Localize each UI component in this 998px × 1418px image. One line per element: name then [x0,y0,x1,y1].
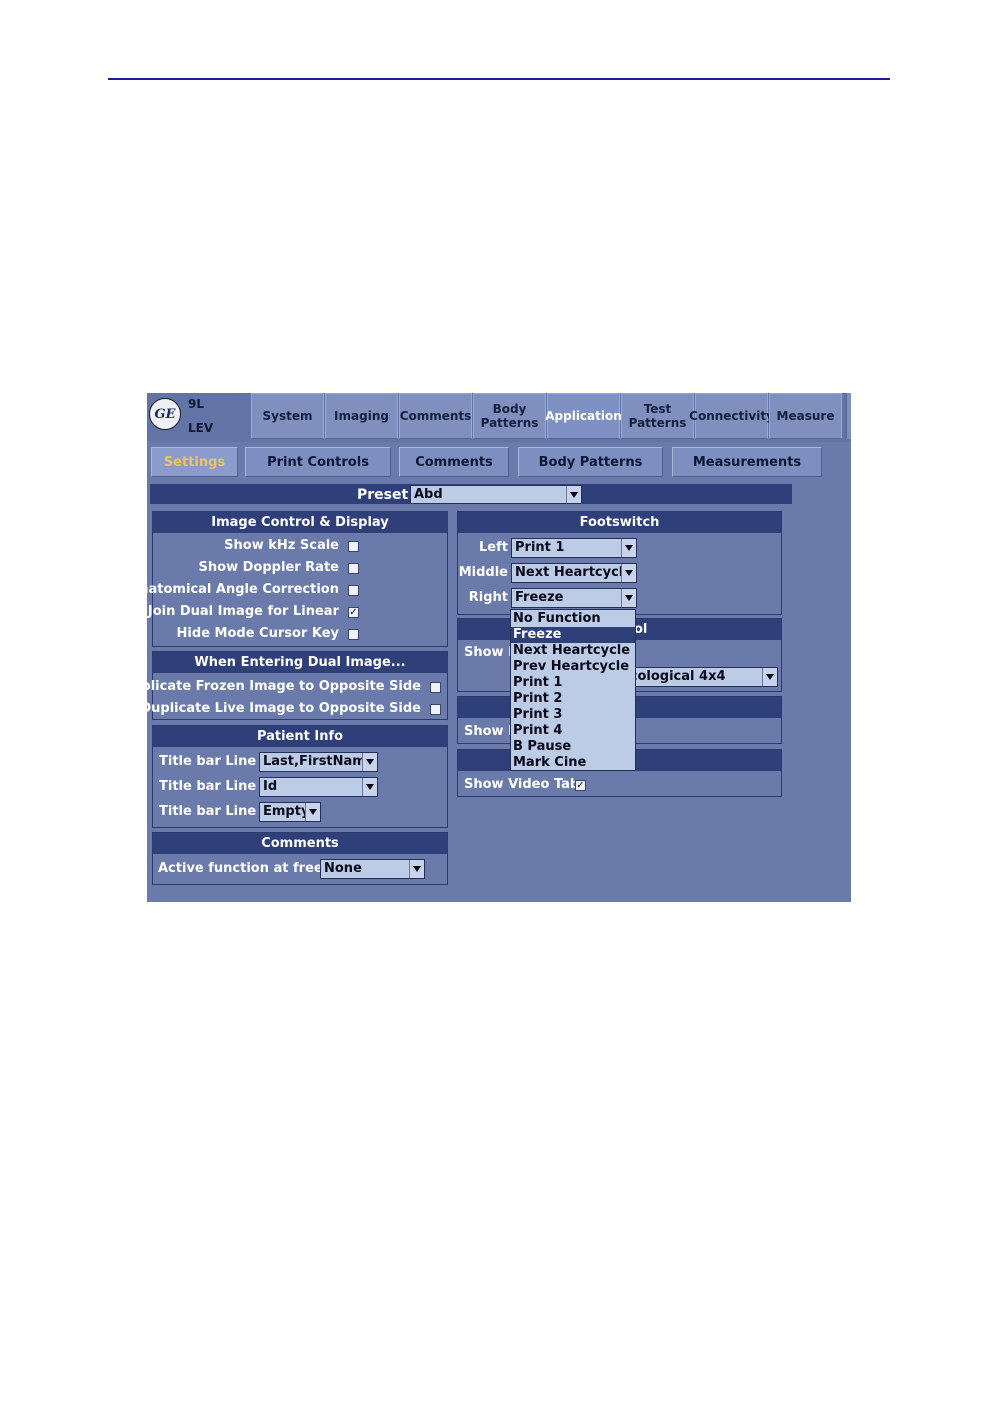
option-b-pause[interactable]: B Pause [511,739,635,755]
preset-value: Abd [414,487,443,502]
tab-test-patterns[interactable]: Test Patterns [621,393,694,439]
tab-application[interactable]: Application [545,393,622,439]
footswitch-right-dropdown[interactable]: Freeze [511,588,637,608]
show-khz-scale-label: Show kHz Scale [224,538,339,553]
title-bar-line-3-value: Empty [263,804,310,819]
panel-title: Patient Info [153,726,447,747]
footswitch-middle-dropdown[interactable]: Next Heartcycle [511,563,637,583]
title-bar-line-2-dropdown[interactable]: Id [259,777,378,797]
preset-dropdown[interactable]: Abd [410,485,582,504]
dual-image-panel: When Entering Dual Image... Duplicate Fr… [147,651,448,720]
option-print-2[interactable]: Print 2 [511,691,635,707]
subtab-settings[interactable]: Settings [151,447,238,477]
header-bar: GE 9L LEV System Imaging Comments Body P… [147,393,851,442]
patient-info-panel: Patient Info Title bar Line 1 Last,First… [152,725,448,828]
option-print-3[interactable]: Print 3 [511,707,635,723]
title-bar-line-2-label: Title bar Line 2 [159,779,270,794]
panel-2-value: acological 4x4 [621,669,726,684]
tab-body-patterns[interactable]: Body Patterns [473,393,546,439]
main-tabs: System Imaging Comments Body Patterns Ap… [251,393,843,442]
option-mark-cine[interactable]: Mark Cine [511,755,635,771]
panel-title: Footswitch [458,512,781,533]
duplicate-live-checkbox[interactable] [430,704,441,715]
footswitch-panel: Footswitch Left Print 1 Middle Next Hear… [457,511,782,615]
show-doppler-rate-label: Show Doppler Rate [198,560,339,575]
chevron-down-icon [621,539,636,557]
tab-connectivity[interactable]: Connectivity [689,393,774,439]
duplicate-live-label: Duplicate Live Image to Opposite Side [147,701,421,716]
panel-2-dropdown[interactable]: acological 4x4 [618,667,778,687]
footswitch-left-value: Print 1 [515,540,565,555]
panel-title: When Entering Dual Image... [153,652,447,673]
active-function-value: None [324,861,362,876]
show-khz-scale-checkbox[interactable] [348,541,359,552]
preset-label: Preset [357,487,409,503]
subtab-body-patterns[interactable]: Body Patterns [518,447,663,477]
duplicate-frozen-label: Duplicate Frozen Image to Opposite Side [147,679,421,694]
footswitch-right-label: Right [468,590,508,605]
option-no-function[interactable]: No Function [511,611,635,627]
active-function-label: Active function at freeze [158,861,340,876]
show-doppler-rate-checkbox[interactable] [348,563,359,574]
chevron-down-icon [621,564,636,582]
duplicate-frozen-checkbox[interactable] [430,682,441,693]
hide-mode-cursor-label: Hide Mode Cursor Key [176,626,339,641]
title-bar-line-1-dropdown[interactable]: Last,FirstName [259,752,378,772]
probe-name: 9L [188,397,204,411]
option-freeze[interactable]: Freeze [511,627,635,643]
tab-measure[interactable]: Measure [769,393,842,439]
subtab-measurements[interactable]: Measurements [672,447,822,477]
chevron-down-icon [305,803,320,821]
comments-panel: Comments Active function at freeze None [152,832,448,885]
panel-title: Comments [153,833,447,854]
option-print-4[interactable]: Print 4 [511,723,635,739]
footswitch-right-options: No Function Freeze Next Heartcycle Prev … [510,609,636,771]
active-function-dropdown[interactable]: None [320,859,425,879]
show-video-tab-checkbox[interactable]: ✓ [575,780,586,791]
angle-correction-checkbox[interactable] [348,585,359,596]
title-bar-line-2-value: Id [263,779,278,794]
show-video-tab-label: Show Video Tab [464,777,580,792]
footswitch-middle-label: Middle [458,565,508,580]
panel-title: Image Control & Display [153,512,447,533]
page-rule [108,78,890,80]
option-print-1[interactable]: Print 1 [511,675,635,691]
title-bar-line-1-label: Title bar Line 1 [159,754,270,769]
footswitch-left-dropdown[interactable]: Print 1 [511,538,637,558]
probe-app: LEV [188,421,214,435]
image-control-panel: Image Control & Display Show kHz Scale S… [147,511,448,647]
join-dual-image-label: Join Dual Image for Linear [147,604,339,619]
title-bar-line-1-value: Last,FirstName [263,754,375,769]
chevron-down-icon [362,778,377,796]
option-prev-heartcycle[interactable]: Prev Heartcycle [511,659,635,675]
chevron-down-icon [566,486,581,503]
tab-system[interactable]: System [251,393,324,439]
footswitch-right-value: Freeze [515,590,564,605]
ultrasound-utility-screen: GE 9L LEV System Imaging Comments Body P… [147,393,851,902]
chevron-down-icon [762,668,777,686]
chevron-down-icon [409,860,424,878]
join-dual-image-checkbox[interactable]: ✓ [348,607,359,618]
footswitch-middle-value: Next Heartcycle [515,565,633,580]
hide-mode-cursor-checkbox[interactable] [348,629,359,640]
ge-logo-icon: GE [149,398,181,430]
tab-overflow [846,393,851,439]
footswitch-left-label: Left [479,540,508,555]
subtab-comments[interactable]: Comments [399,447,509,477]
option-next-heartcycle[interactable]: Next Heartcycle [511,643,635,659]
angle-correction-label: Anatomical Angle Correction [147,582,339,597]
title-bar-line-3-label: Title bar Line 3 [159,804,270,819]
subtab-print-controls[interactable]: Print Controls [245,447,391,477]
tab-imaging[interactable]: Imaging [325,393,398,439]
chevron-down-icon [362,753,377,771]
tab-comments[interactable]: Comments [399,393,472,439]
title-bar-line-3-dropdown[interactable]: Empty [259,802,321,822]
chevron-down-icon [621,589,636,607]
